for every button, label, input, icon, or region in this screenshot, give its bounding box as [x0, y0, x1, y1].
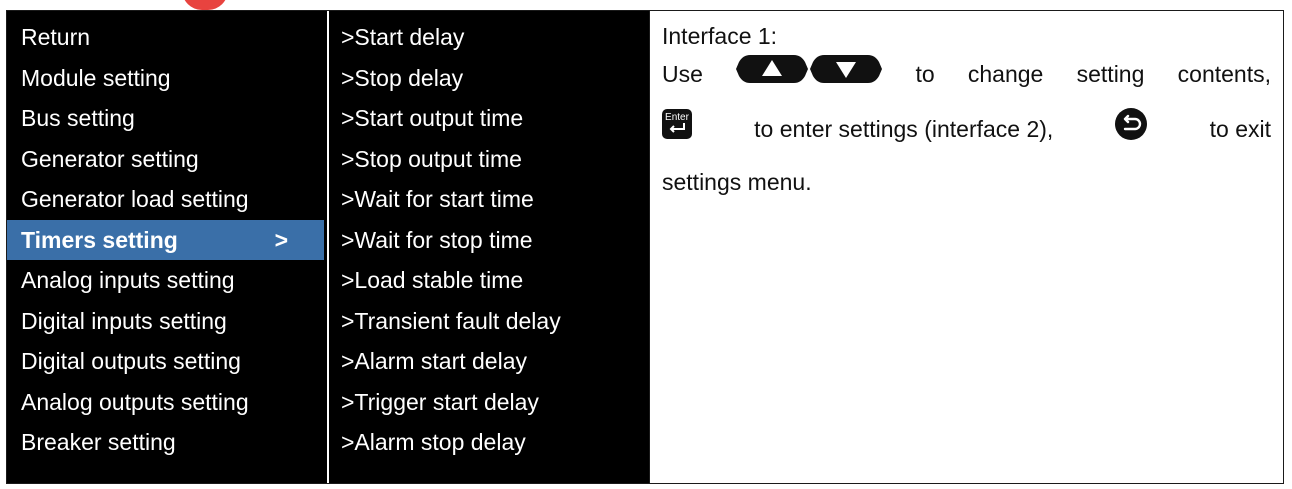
menu-item-label: Analog inputs setting: [21, 267, 235, 293]
menu-item-return[interactable]: Return: [7, 17, 327, 58]
menu-item-label: Digital outputs setting: [21, 348, 241, 374]
submenu-item-start-output-time[interactable]: >Start output time: [329, 98, 649, 139]
menu-item-label: Return: [21, 24, 91, 50]
word-use: Use: [662, 61, 703, 87]
menu-item-analog-inputs-setting[interactable]: Analog inputs setting: [7, 260, 327, 301]
description-line-3: settings menu.: [662, 169, 812, 195]
menu-item-label: Analog outputs setting: [21, 388, 249, 415]
menu-item-label: Module setting: [21, 64, 171, 91]
menu-item-bus-setting[interactable]: Bus setting: [7, 98, 327, 139]
menu-item-breaker-setting[interactable]: Breaker setting: [7, 422, 327, 463]
submenu-item-transient-fault-delay[interactable]: >Transient fault delay: [329, 301, 649, 342]
word-change: change: [967, 61, 1044, 87]
description-line-1: Use to change setting contents,: [662, 54, 1271, 94]
description-heading: Interface 1:: [662, 23, 778, 49]
menu-item-generator-load-setting[interactable]: Generator load setting: [7, 179, 327, 220]
menu-item-digital-inputs-setting[interactable]: Digital inputs setting: [7, 301, 327, 342]
enter-key-icon: Enter: [662, 109, 692, 149]
word-to: to: [915, 61, 935, 87]
settings-table: Return Module setting Bus setting Genera…: [6, 10, 1284, 484]
top-decoration: [182, 0, 228, 10]
menu-item-generator-setting[interactable]: Generator setting: [7, 139, 327, 180]
submenu-item-load-stable-time[interactable]: >Load stable time: [329, 260, 649, 301]
submenu-item-alarm-stop-delay[interactable]: >Alarm stop delay: [329, 422, 649, 463]
menu-item-label: Breaker setting: [21, 429, 176, 455]
menu-item-label: Digital inputs setting: [21, 307, 227, 334]
submenu-item-stop-output-time[interactable]: >Stop output time: [329, 139, 649, 180]
word-setting: setting: [1076, 61, 1145, 87]
menu-item-label: Timers setting: [21, 226, 178, 253]
menu-item-timers-setting[interactable]: Timers setting >: [7, 219, 324, 260]
description-line-2: Enter to enter settings (interface 2), t…: [662, 108, 1271, 150]
submenu-arrow: >: [274, 226, 288, 253]
to-exit-text: to exit: [1209, 116, 1271, 142]
main-menu: Return Module setting Bus setting Genera…: [7, 11, 327, 483]
timers-submenu: >Start delay >Stop delay >Start output t…: [327, 11, 649, 483]
submenu-item-trigger-start-delay[interactable]: >Trigger start delay: [329, 382, 649, 423]
menu-item-label: Bus setting: [21, 105, 135, 131]
submenu-item-alarm-start-delay[interactable]: >Alarm start delay: [329, 341, 649, 382]
submenu-item-stop-delay[interactable]: >Stop delay: [329, 58, 649, 99]
menu-item-label: Generator load setting: [21, 186, 249, 212]
enter-key-label: Enter: [665, 112, 690, 123]
menu-item-digital-outputs-setting[interactable]: Digital outputs setting: [7, 341, 327, 382]
word-contents: contents,: [1177, 61, 1271, 87]
description-panel: Interface 1: Use to change setting conte…: [649, 11, 1283, 483]
menu-item-module-setting[interactable]: Module setting: [7, 58, 327, 99]
return-key-icon: [1115, 108, 1148, 150]
submenu-item-wait-for-start-time[interactable]: >Wait for start time: [329, 179, 649, 220]
menu-item-analog-outputs-setting[interactable]: Analog outputs setting: [7, 382, 327, 423]
submenu-item-start-delay[interactable]: >Start delay: [329, 17, 649, 58]
up-down-keys-icon: [736, 54, 883, 94]
menu-item-label: Generator setting: [21, 145, 199, 172]
enter-settings-text: to enter settings (interface 2),: [754, 116, 1054, 142]
submenu-item-wait-for-stop-time[interactable]: >Wait for stop time: [329, 220, 649, 261]
